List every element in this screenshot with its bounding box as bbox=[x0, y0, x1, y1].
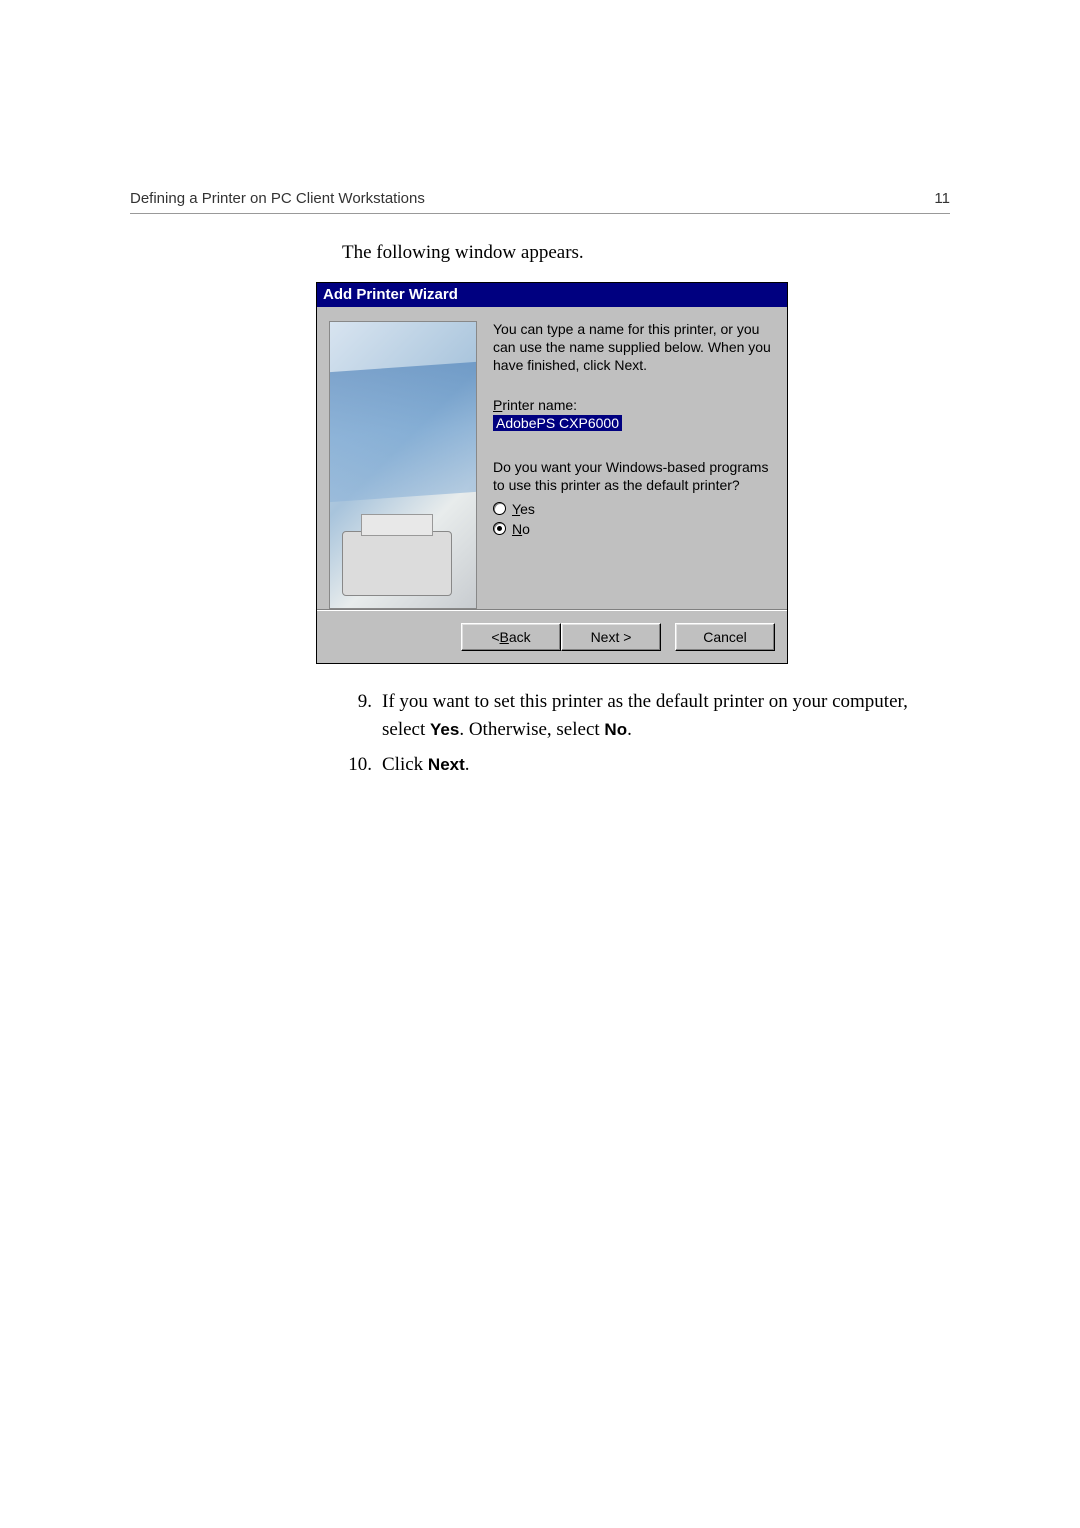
radio-yes-label: Yes bbox=[512, 501, 535, 517]
dialog-titlebar: Add Printer Wizard bbox=[317, 283, 787, 307]
radio-icon bbox=[493, 522, 506, 535]
step-number: 9. bbox=[342, 688, 372, 743]
back-button[interactable]: < Back bbox=[461, 623, 561, 651]
dialog-button-row: < Back Next > Cancel bbox=[317, 610, 787, 663]
step-10: 10. Click Next. bbox=[342, 751, 950, 779]
default-printer-question: Do you want your Windows-based programs … bbox=[493, 459, 771, 495]
page-header: Defining a Printer on PC Client Workstat… bbox=[130, 190, 950, 214]
radio-icon bbox=[493, 502, 506, 515]
header-title: Defining a Printer on PC Client Workstat… bbox=[130, 190, 425, 207]
printer-name-label: Printer name: bbox=[493, 397, 771, 413]
dialog-description: You can type a name for this printer, or… bbox=[493, 321, 771, 375]
radio-no-label: No bbox=[512, 521, 530, 537]
wizard-sidebar-image bbox=[329, 321, 477, 609]
step-number: 10. bbox=[342, 751, 372, 779]
add-printer-wizard-dialog: Add Printer Wizard You can type a name f… bbox=[316, 282, 788, 664]
next-button[interactable]: Next > bbox=[561, 623, 661, 651]
cancel-button[interactable]: Cancel bbox=[675, 623, 775, 651]
radio-no[interactable]: No bbox=[493, 521, 771, 537]
step-body: Click Next. bbox=[382, 751, 950, 779]
step-body: If you want to set this printer as the d… bbox=[382, 688, 950, 743]
page-number: 11 bbox=[934, 190, 950, 207]
radio-yes[interactable]: Yes bbox=[493, 501, 771, 517]
printer-name-input[interactable]: AdobePS CXP6000 bbox=[493, 415, 622, 431]
intro-text: The following window appears. bbox=[342, 242, 950, 264]
step-9: 9. If you want to set this printer as th… bbox=[342, 688, 950, 743]
